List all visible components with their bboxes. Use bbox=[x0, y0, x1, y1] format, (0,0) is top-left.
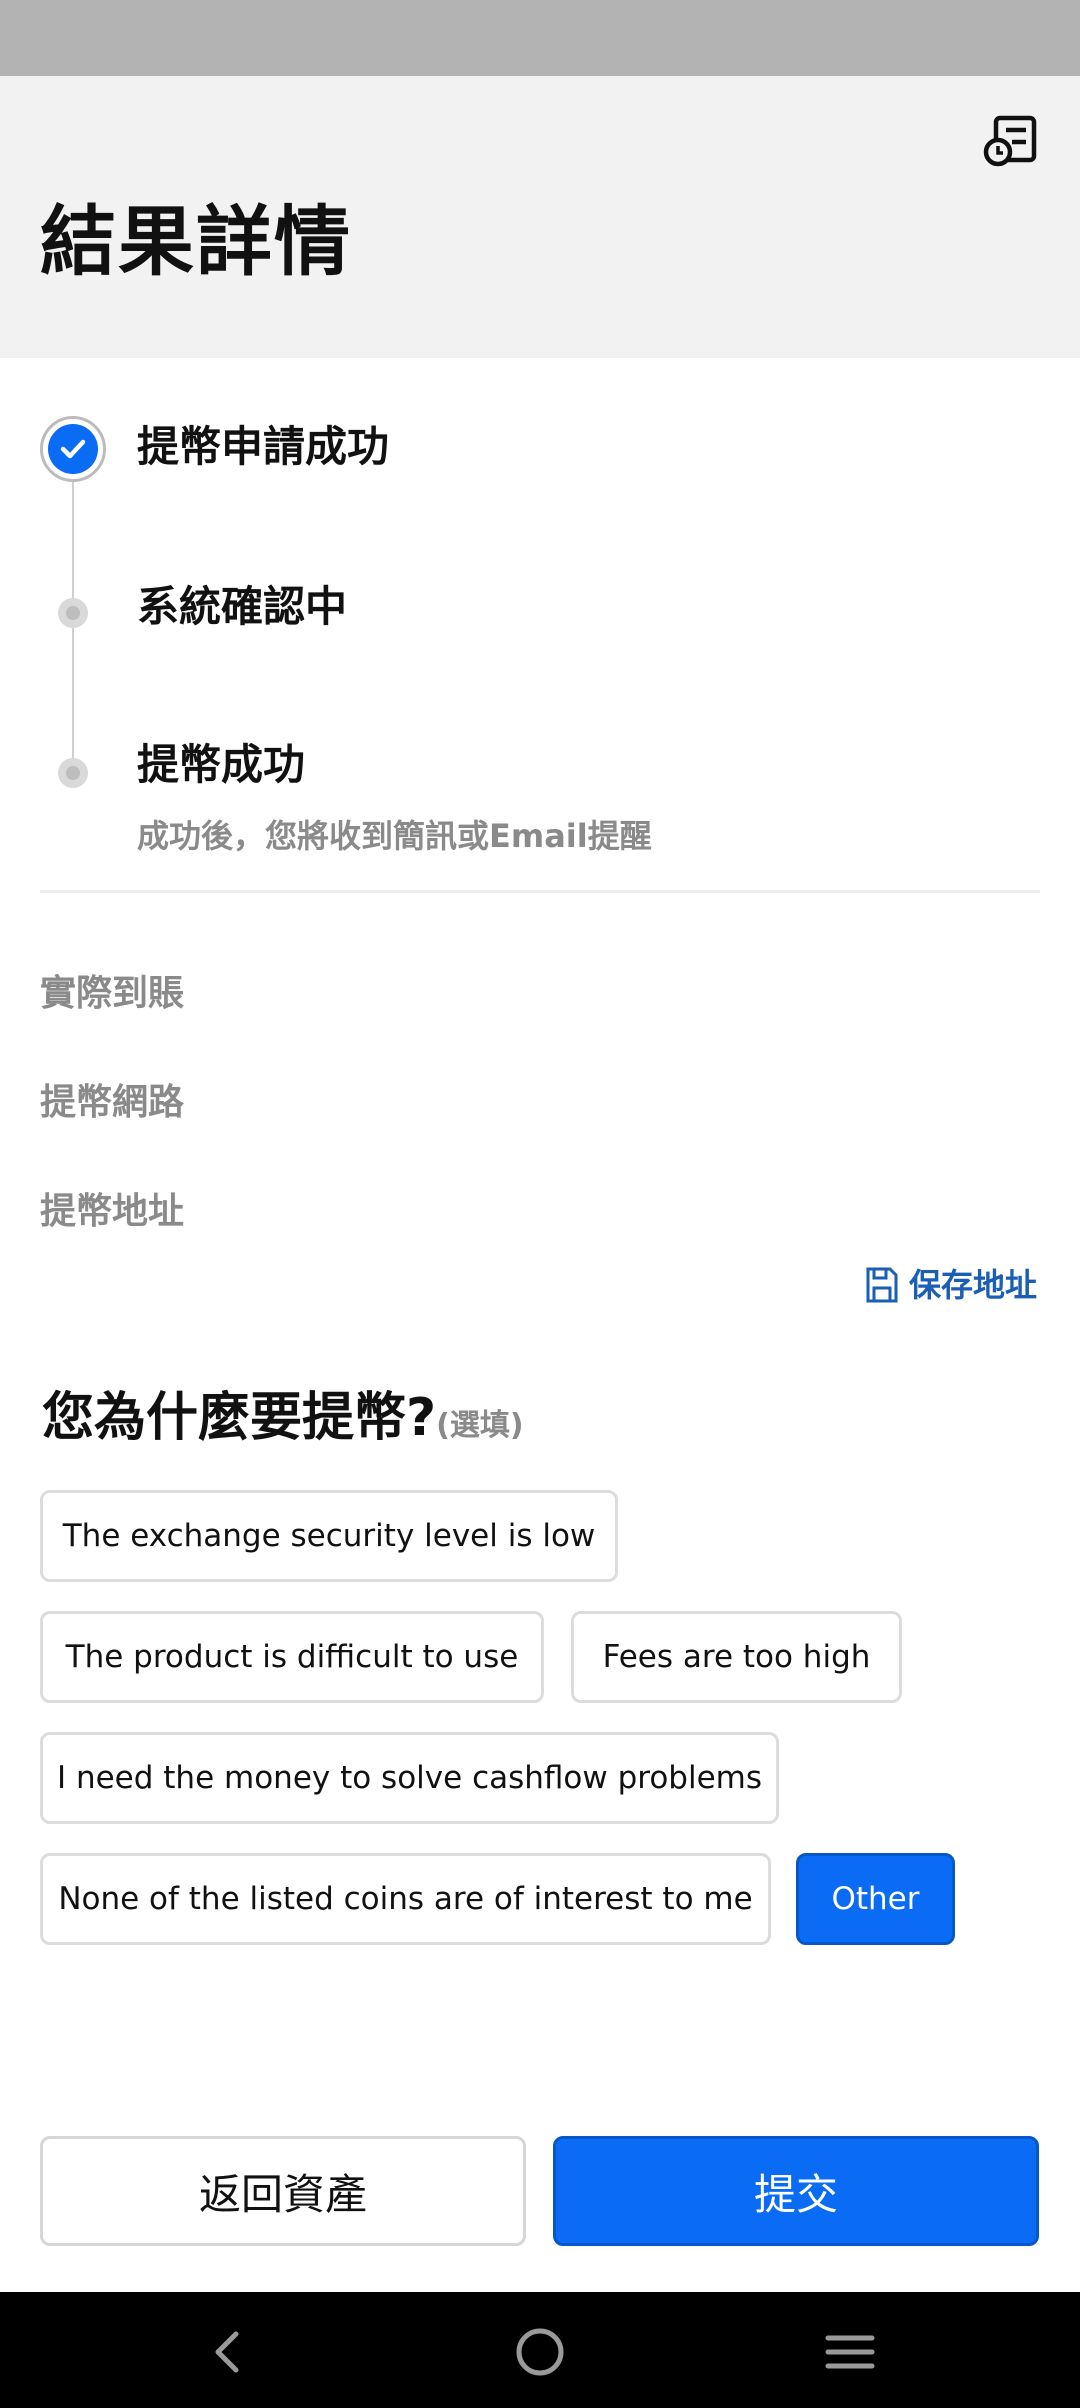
address-label: 提幣地址 bbox=[40, 1191, 185, 1232]
timeline-step-3-label: 提幣成功 bbox=[137, 740, 306, 789]
reason-chip-fees[interactable]: Fees are too high bbox=[571, 1611, 902, 1703]
reason-heading: 您為什麼要提幣? (選填) bbox=[42, 1392, 524, 1444]
reason-title: 您為什麼要提幣? bbox=[42, 1388, 437, 1448]
submit-button[interactable]: 提交 bbox=[553, 2136, 1039, 2246]
timeline-step-3-note: 成功後，您將收到簡訊或Email提醒 bbox=[137, 817, 652, 855]
actual-received-label: 實際到賬 bbox=[40, 973, 185, 1014]
page-title: 結果詳情 bbox=[40, 197, 352, 286]
withdraw-timeline: 提幣申請成功 系統確認中 提幣成功 成功後，您將收到簡訊或Email提醒 bbox=[0, 358, 1080, 898]
header: 結果詳情 bbox=[0, 76, 1080, 358]
system-nav-bar bbox=[0, 2292, 1080, 2408]
reason-chip-cashflow[interactable]: I need the money to solve cashflow probl… bbox=[40, 1732, 779, 1824]
save-address-button[interactable]: 保存地址 bbox=[865, 1266, 1037, 1304]
timeline-step-1-label: 提幣申請成功 bbox=[137, 422, 390, 471]
timeline-step-2-label: 系統確認中 bbox=[137, 582, 348, 631]
network-label: 提幣網路 bbox=[40, 1082, 185, 1123]
back-chevron-icon[interactable] bbox=[196, 2320, 260, 2384]
reason-chip-security[interactable]: The exchange security level is low bbox=[40, 1490, 618, 1582]
home-circle-icon[interactable] bbox=[508, 2320, 572, 2384]
save-address-label: 保存地址 bbox=[908, 1266, 1037, 1304]
step-pending-dot-icon bbox=[58, 598, 88, 628]
step-pending-dot-icon bbox=[58, 758, 88, 788]
receipt-clock-icon[interactable] bbox=[982, 110, 1042, 170]
step-done-check-icon bbox=[40, 416, 106, 482]
save-floppy-icon bbox=[866, 1267, 898, 1303]
reason-chip-other[interactable]: Other bbox=[796, 1853, 955, 1945]
status-bar bbox=[0, 0, 1080, 76]
section-divider bbox=[40, 890, 1040, 893]
reason-optional-tag: (選填) bbox=[436, 1408, 524, 1443]
recent-apps-menu-icon[interactable] bbox=[818, 2320, 882, 2384]
reason-chip-no-interest[interactable]: None of the listed coins are of interest… bbox=[40, 1853, 771, 1945]
reason-chip-difficult[interactable]: The product is difficult to use bbox=[40, 1611, 544, 1703]
back-to-assets-button[interactable]: 返回資產 bbox=[40, 2136, 526, 2246]
